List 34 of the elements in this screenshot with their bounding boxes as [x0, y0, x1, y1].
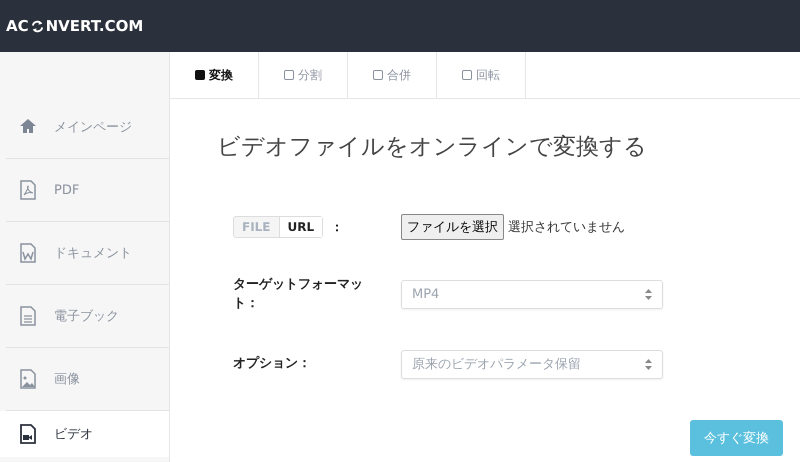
option-select[interactable]: 原来のビデオパラメータ保留: [401, 350, 663, 379]
colon-text: ：: [331, 218, 344, 236]
square-icon: [462, 70, 472, 80]
filled-square-icon: [195, 70, 205, 80]
text-file-icon: [18, 306, 38, 326]
sidebar-item[interactable]: ビデオ: [0, 411, 169, 457]
sidebar-item[interactable]: ドキュメント: [6, 222, 169, 285]
tab[interactable]: 分割: [259, 52, 348, 98]
file-status-text: 選択されていません: [508, 219, 625, 236]
square-icon: [284, 70, 294, 80]
word-file-icon: [18, 243, 38, 263]
sidebar-item[interactable]: PDF: [6, 159, 169, 222]
refresh-arrows-icon: [30, 18, 45, 34]
logo-text: AC: [6, 17, 29, 35]
source-toggle[interactable]: URL: [278, 217, 322, 237]
image-file-icon: [18, 369, 38, 389]
source-toggle[interactable]: FILE: [234, 217, 279, 237]
choose-file-button[interactable]: ファイルを選択: [401, 214, 504, 240]
sidebar-item[interactable]: メインページ: [6, 96, 169, 159]
field-label: オプション：: [233, 354, 312, 373]
logo-text: NVERT.COM: [46, 17, 144, 35]
field-label: ターゲットフォーマット：: [233, 276, 364, 313]
format-select[interactable]: MP4: [401, 280, 663, 310]
square-icon: [373, 70, 383, 80]
tab[interactable]: 変換: [170, 52, 259, 98]
pdf-file-icon: [18, 180, 38, 200]
sort-arrows-icon: [645, 289, 652, 300]
sort-arrows-icon: [645, 358, 652, 370]
tab[interactable]: 回転: [437, 52, 526, 98]
page-title: ビデオファイルをオンラインで変換する: [217, 133, 648, 162]
tab[interactable]: 合併: [348, 52, 437, 98]
sidebar-item[interactable]: 電子ブック: [6, 285, 169, 348]
video-file-icon: [18, 424, 38, 444]
convert-now-button[interactable]: 今すぐ変換: [690, 420, 783, 456]
